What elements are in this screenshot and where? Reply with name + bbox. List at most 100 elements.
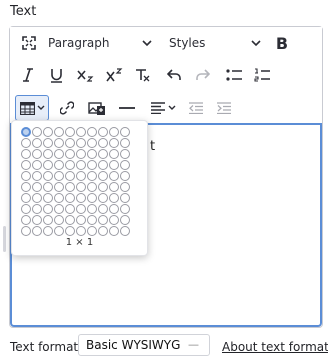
- bold-button[interactable]: B: [270, 30, 294, 56]
- numbered-list-button[interactable]: [250, 62, 274, 88]
- table-grid-cell[interactable]: [76, 160, 86, 170]
- table-grid-cell[interactable]: [21, 193, 31, 203]
- table-grid-cell[interactable]: [120, 171, 130, 181]
- table-grid-cell[interactable]: [98, 204, 108, 214]
- table-grid-cell[interactable]: [76, 226, 86, 236]
- table-grid-cell[interactable]: [120, 193, 130, 203]
- redo-button[interactable]: [190, 62, 214, 88]
- table-grid-cell[interactable]: [120, 182, 130, 192]
- table-grid-cell[interactable]: [87, 182, 97, 192]
- table-grid-cell[interactable]: [87, 171, 97, 181]
- table-grid-cell[interactable]: [87, 193, 97, 203]
- table-grid-cell[interactable]: [32, 193, 42, 203]
- table-grid-cell[interactable]: [32, 204, 42, 214]
- link-button[interactable]: [54, 95, 80, 121]
- table-grid-cell[interactable]: [43, 138, 53, 148]
- table-grid-cell[interactable]: [76, 204, 86, 214]
- table-grid-cell[interactable]: [109, 182, 119, 192]
- table-grid-cell[interactable]: [54, 204, 64, 214]
- table-grid-cell[interactable]: [65, 171, 75, 181]
- table-grid-cell[interactable]: [43, 182, 53, 192]
- table-grid-cell[interactable]: [120, 160, 130, 170]
- table-grid-cell[interactable]: [65, 226, 75, 236]
- horizontal-line-button[interactable]: [114, 95, 140, 121]
- table-grid-cell[interactable]: [32, 127, 42, 137]
- table-grid-cell[interactable]: [32, 149, 42, 159]
- table-grid-cell[interactable]: [65, 160, 75, 170]
- table-grid-cell[interactable]: [21, 171, 31, 181]
- table-grid-cell[interactable]: [54, 182, 64, 192]
- table-grid-cell[interactable]: [32, 226, 42, 236]
- table-grid-cell[interactable]: [32, 171, 42, 181]
- table-grid-cell[interactable]: [65, 204, 75, 214]
- table-grid-cell[interactable]: [120, 204, 130, 214]
- table-grid-cell[interactable]: [54, 215, 64, 225]
- table-grid-cell[interactable]: [87, 160, 97, 170]
- table-grid-cell[interactable]: [65, 127, 75, 137]
- table-grid-cell[interactable]: [109, 149, 119, 159]
- table-grid-cell[interactable]: [109, 127, 119, 137]
- table-grid-cell[interactable]: [98, 193, 108, 203]
- table-grid-cell[interactable]: [32, 182, 42, 192]
- table-grid-cell[interactable]: [109, 226, 119, 236]
- table-grid-cell[interactable]: [120, 226, 130, 236]
- fullscreen-button[interactable]: [16, 30, 42, 56]
- table-grid-cell[interactable]: [43, 160, 53, 170]
- table-grid-cell[interactable]: [65, 193, 75, 203]
- table-grid-cell[interactable]: [87, 215, 97, 225]
- insert-image-button[interactable]: [84, 95, 110, 121]
- table-grid-cell[interactable]: [87, 226, 97, 236]
- table-grid-cell[interactable]: [21, 149, 31, 159]
- table-grid-cell[interactable]: [43, 171, 53, 181]
- table-grid-cell[interactable]: [98, 149, 108, 159]
- table-grid-cell[interactable]: [65, 138, 75, 148]
- underline-button[interactable]: [44, 62, 68, 88]
- table-grid-cell[interactable]: [21, 182, 31, 192]
- table-grid-cell[interactable]: [109, 193, 119, 203]
- table-grid-cell[interactable]: [21, 204, 31, 214]
- table-grid-cell[interactable]: [65, 149, 75, 159]
- table-grid-cell[interactable]: [120, 149, 130, 159]
- outdent-button[interactable]: [184, 95, 208, 121]
- table-grid-cell[interactable]: [76, 149, 86, 159]
- table-grid-cell[interactable]: [32, 138, 42, 148]
- paragraph-dropdown[interactable]: Paragraph: [48, 30, 152, 56]
- table-grid-cell[interactable]: [109, 171, 119, 181]
- alignment-dropdown[interactable]: [146, 95, 180, 121]
- table-grid-cell[interactable]: [43, 215, 53, 225]
- table-grid-cell[interactable]: [65, 182, 75, 192]
- about-text-formats-link[interactable]: About text formats: [222, 340, 328, 354]
- table-grid-cell[interactable]: [120, 127, 130, 137]
- table-grid-cell[interactable]: [43, 127, 53, 137]
- table-grid-cell[interactable]: [120, 215, 130, 225]
- table-grid-cell[interactable]: [109, 215, 119, 225]
- table-grid-cell[interactable]: [98, 127, 108, 137]
- table-grid-cell[interactable]: [98, 182, 108, 192]
- table-grid-cell[interactable]: [120, 138, 130, 148]
- table-grid-cell[interactable]: [109, 138, 119, 148]
- indent-button[interactable]: [212, 95, 236, 121]
- table-grid-cell[interactable]: [43, 193, 53, 203]
- table-grid-cell[interactable]: [54, 171, 64, 181]
- table-grid-cell[interactable]: [54, 149, 64, 159]
- insert-table-button[interactable]: [15, 95, 49, 121]
- table-grid-cell[interactable]: [76, 127, 86, 137]
- table-grid-cell[interactable]: [98, 138, 108, 148]
- italic-button[interactable]: [16, 62, 40, 88]
- table-grid-cell[interactable]: [21, 127, 31, 137]
- table-grid-cell[interactable]: [76, 193, 86, 203]
- table-grid-cell[interactable]: [32, 160, 42, 170]
- table-grid-cell[interactable]: [87, 204, 97, 214]
- table-grid-cell[interactable]: [43, 204, 53, 214]
- table-grid-cell[interactable]: [54, 226, 64, 236]
- table-grid-cell[interactable]: [98, 171, 108, 181]
- bulleted-list-button[interactable]: [222, 62, 246, 88]
- table-grid-cell[interactable]: [87, 149, 97, 159]
- table-grid-cell[interactable]: [21, 215, 31, 225]
- styles-dropdown[interactable]: Styles: [169, 30, 261, 56]
- table-grid-cell[interactable]: [98, 215, 108, 225]
- table-grid-cell[interactable]: [43, 149, 53, 159]
- table-grid-cell[interactable]: [87, 138, 97, 148]
- table-grid-cell[interactable]: [21, 138, 31, 148]
- table-grid-cell[interactable]: [87, 127, 97, 137]
